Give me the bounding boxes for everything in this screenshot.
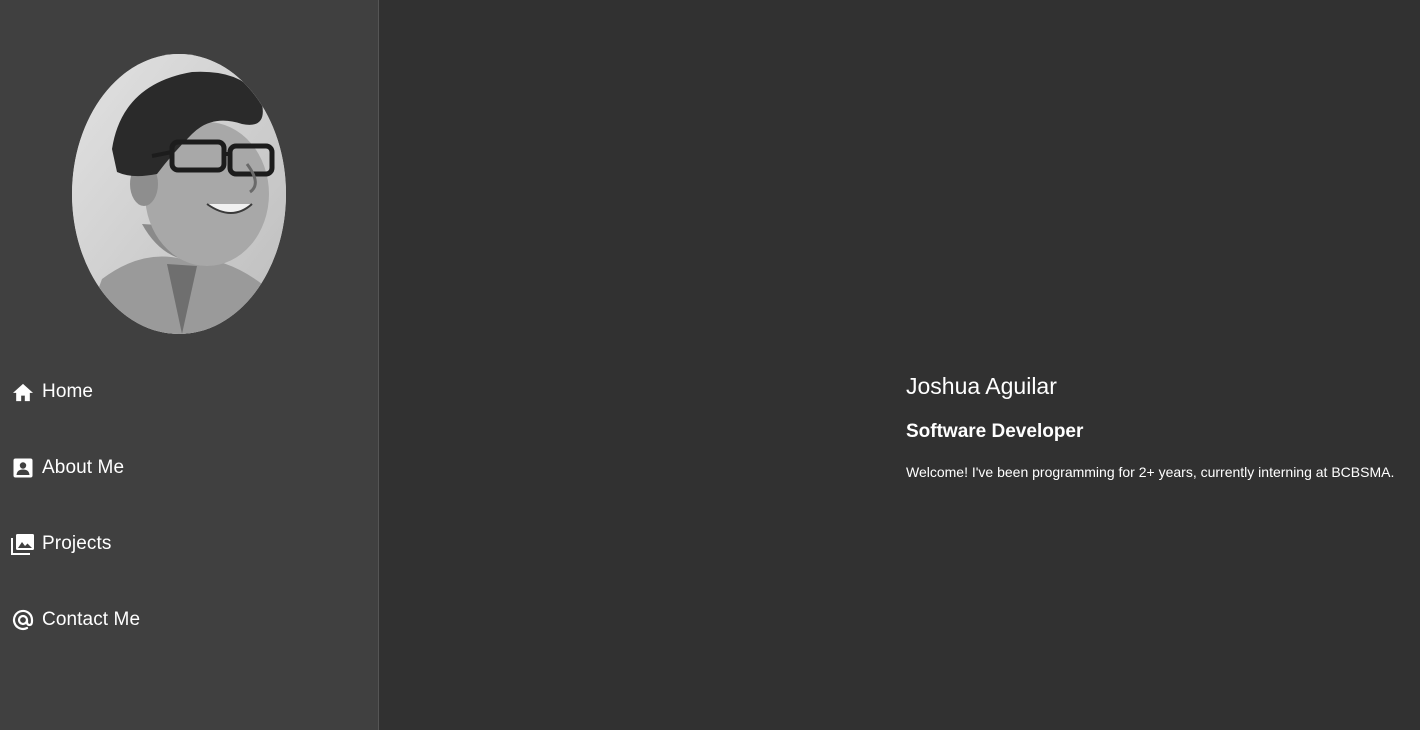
- hero: Joshua Aguilar Software Developer Welcom…: [906, 368, 1416, 482]
- avatar: [72, 54, 286, 334]
- sidebar-item-label: Projects: [42, 533, 112, 554]
- contact-card-icon: [10, 455, 36, 481]
- main-content: Joshua Aguilar Software Developer Welcom…: [379, 0, 1420, 730]
- sidebar: Home About Me Projects Contact Me: [0, 0, 379, 730]
- sidebar-item-label: Contact Me: [42, 609, 141, 630]
- page-title: Joshua Aguilar: [906, 373, 1057, 399]
- job-title: Software Developer: [906, 421, 1084, 442]
- avatar-portrait-image: [72, 54, 286, 334]
- welcome-text: Welcome! I've been programming for 2+ ye…: [906, 464, 1395, 480]
- photo-library-icon: [10, 531, 36, 557]
- sidebar-item-about-me[interactable]: About Me: [10, 448, 124, 488]
- sidebar-item-label: Home: [42, 381, 94, 402]
- at-sign-icon: [10, 607, 36, 633]
- sidebar-item-projects[interactable]: Projects: [10, 524, 111, 564]
- sidebar-item-contact-me[interactable]: Contact Me: [10, 600, 140, 640]
- sidebar-item-label: About Me: [42, 457, 125, 478]
- sidebar-item-home[interactable]: Home: [10, 372, 93, 412]
- home-icon: [10, 379, 36, 405]
